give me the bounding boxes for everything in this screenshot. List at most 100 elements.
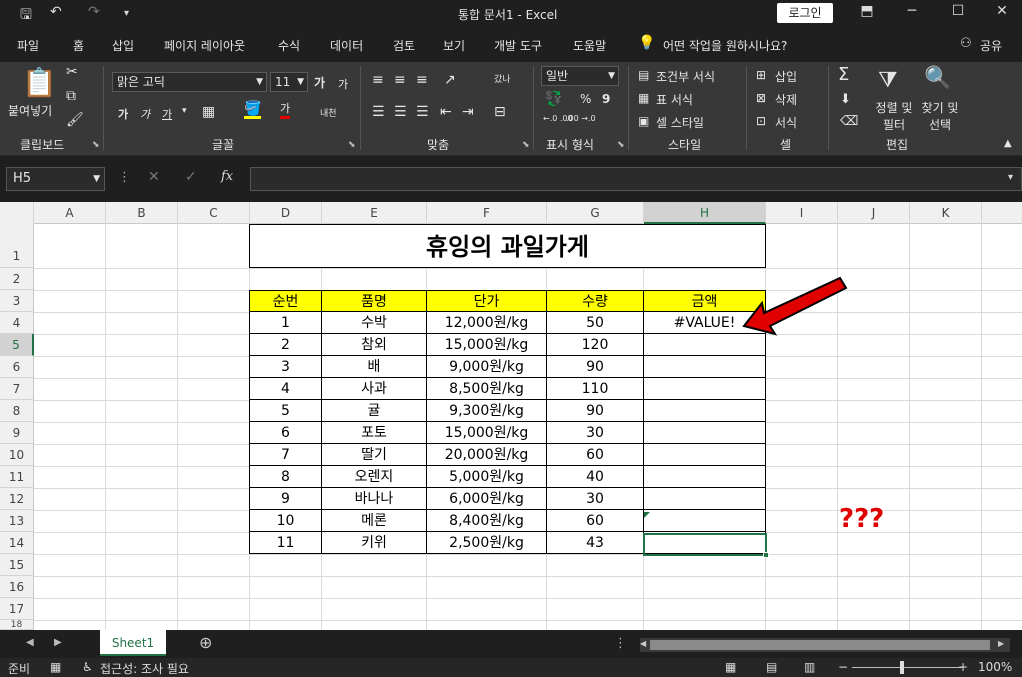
table-cell-seq[interactable]: 4 — [249, 378, 322, 400]
row-header[interactable]: 4 — [0, 312, 34, 334]
row-header[interactable]: 15 — [0, 554, 34, 576]
comma-button[interactable]: 9 — [602, 92, 610, 106]
table-cell-item[interactable]: 포토 — [322, 422, 427, 444]
login-button[interactable]: 로그인 — [777, 3, 833, 23]
row-header[interactable]: 3 — [0, 290, 34, 312]
table-cell-item[interactable]: 참외 — [322, 334, 427, 356]
table-cell-price[interactable]: 8,400원/kg — [427, 510, 547, 532]
horizontal-scroll-thumb[interactable] — [650, 640, 990, 650]
table-cell-qty[interactable]: 60 — [547, 444, 644, 466]
sort-filter-button[interactable]: 정렬 및 필터 — [872, 100, 916, 134]
font-size-select[interactable]: 11 ▼ — [270, 72, 308, 92]
table-cell-qty[interactable]: 30 — [547, 488, 644, 510]
font-launcher-icon[interactable]: ⬊ — [348, 140, 356, 150]
font-name-select[interactable]: 맑은 고딕 ▼ — [112, 72, 267, 92]
tab-review[interactable]: 검토 — [393, 37, 415, 54]
accessibility-status[interactable]: 접근성: 조사 필요 — [100, 660, 189, 677]
table-cell-seq[interactable]: 9 — [249, 488, 322, 510]
row-header[interactable]: 18 — [0, 620, 34, 630]
table-cell-seq[interactable]: 5 — [249, 400, 322, 422]
table-cell-price[interactable]: 20,000원/kg — [427, 444, 547, 466]
zoom-out-icon[interactable]: − — [838, 660, 848, 674]
merge-center-icon[interactable]: ⊟ — [494, 104, 506, 120]
fill-color-icon[interactable]: 🪣 — [244, 102, 262, 119]
column-header[interactable]: I — [766, 202, 838, 224]
row-header[interactable]: 2 — [0, 268, 34, 290]
table-cell-qty[interactable]: 40 — [547, 466, 644, 488]
column-header[interactable]: E — [322, 202, 427, 224]
row-header[interactable]: 5 — [0, 334, 34, 356]
percent-button[interactable]: % — [580, 92, 591, 106]
row-header[interactable]: 6 — [0, 356, 34, 378]
cut-icon[interactable]: ✂ — [66, 64, 78, 80]
page-layout-view-icon[interactable]: ▤ — [766, 660, 777, 674]
row-header[interactable]: 1 — [0, 224, 34, 268]
column-header[interactable]: C — [178, 202, 250, 224]
more-icon[interactable]: ⋮ — [118, 170, 131, 185]
table-cell-price[interactable]: 9,000원/kg — [427, 356, 547, 378]
table-cell-item[interactable]: 귤 — [322, 400, 427, 422]
normal-view-icon[interactable]: ▦ — [725, 660, 736, 674]
italic-button[interactable]: 가 — [140, 106, 150, 122]
expand-formula-icon[interactable]: ▾ — [1008, 172, 1013, 183]
table-cell-price[interactable]: 6,000원/kg — [427, 488, 547, 510]
scroll-left-icon[interactable]: ◀ — [640, 639, 646, 648]
table-cell-price[interactable]: 9,300원/kg — [427, 400, 547, 422]
table-cell-item[interactable]: 메론 — [322, 510, 427, 532]
row-header[interactable]: 7 — [0, 378, 34, 400]
restore-button[interactable]: ☐ — [938, 3, 978, 19]
grow-font-button[interactable]: 가 — [314, 74, 325, 91]
table-cell-amount[interactable] — [644, 466, 766, 488]
minimize-button[interactable]: ─ — [892, 3, 932, 19]
table-header-qty[interactable]: 수량 — [547, 290, 644, 312]
conditional-format-button[interactable]: 조건부 서식 — [656, 68, 715, 85]
zoom-in-icon[interactable]: + — [958, 660, 968, 674]
column-header[interactable]: K — [910, 202, 982, 224]
autosum-icon[interactable]: Σ — [838, 64, 849, 85]
table-cell-amount[interactable] — [644, 510, 766, 532]
row-header[interactable]: 9 — [0, 422, 34, 444]
formula-input[interactable] — [250, 167, 1022, 191]
orientation-icon[interactable]: ↗ — [444, 72, 456, 88]
macro-record-icon[interactable]: ▦ — [50, 660, 61, 674]
table-cell-qty[interactable]: 43 — [547, 532, 644, 554]
table-cell-amount[interactable] — [644, 422, 766, 444]
table-cell-amount[interactable] — [644, 488, 766, 510]
fill-icon[interactable]: ⬇ — [840, 92, 851, 107]
tab-split-icon[interactable]: ⋮ — [614, 636, 627, 651]
column-header[interactable]: A — [34, 202, 106, 224]
active-cell-h5[interactable] — [643, 533, 767, 556]
align-right-icon[interactable]: ☰ — [416, 104, 429, 120]
align-top-icon[interactable]: ≡ — [372, 72, 384, 88]
tab-developer[interactable]: 개발 도구 — [494, 37, 542, 54]
table-cell-qty[interactable]: 50 — [547, 312, 644, 334]
table-cell-amount[interactable] — [644, 378, 766, 400]
save-icon[interactable]: 🖫 — [20, 4, 32, 28]
table-cell-item[interactable]: 딸기 — [322, 444, 427, 466]
table-cell-item[interactable]: 수박 — [322, 312, 427, 334]
name-box[interactable]: H5 ▼ — [6, 167, 105, 191]
align-bottom-icon[interactable]: ≡ — [416, 72, 428, 88]
table-header-price[interactable]: 단가 — [427, 290, 547, 312]
border-icon[interactable]: ▦ — [202, 104, 215, 120]
table-cell-seq[interactable]: 10 — [249, 510, 322, 532]
zoom-slider[interactable] — [852, 667, 962, 668]
tell-me-search[interactable]: 어떤 작업을 원하시나요? — [663, 37, 787, 54]
column-header[interactable]: B — [106, 202, 178, 224]
decrease-decimal-button[interactable]: .00 →.0 — [566, 114, 596, 123]
insert-cells-button[interactable]: 삽입 — [775, 68, 797, 85]
underline-button[interactable]: 가 — [162, 106, 172, 122]
row-header[interactable]: 11 — [0, 466, 34, 488]
table-cell-qty[interactable]: 120 — [547, 334, 644, 356]
format-cells-button[interactable]: 서식 — [775, 114, 797, 131]
number-launcher-icon[interactable]: ⬊ — [617, 140, 625, 150]
format-as-table-button[interactable]: 표 서식 — [656, 91, 693, 108]
shrink-font-button[interactable]: 가 — [338, 76, 348, 92]
prev-sheet-icon[interactable]: ◀ — [26, 637, 34, 648]
worksheet-grid[interactable]: A B C D E F G H I J K 1 2 3 4 5 6 7 8 9 … — [0, 202, 1022, 630]
row-header[interactable]: 12 — [0, 488, 34, 510]
paste-icon[interactable]: 📋 — [22, 66, 57, 99]
table-cell-item[interactable]: 키위 — [322, 532, 427, 554]
customize-quick-access-icon[interactable]: ▾ — [124, 8, 129, 19]
undo-icon[interactable]: ↶ — [50, 4, 62, 20]
